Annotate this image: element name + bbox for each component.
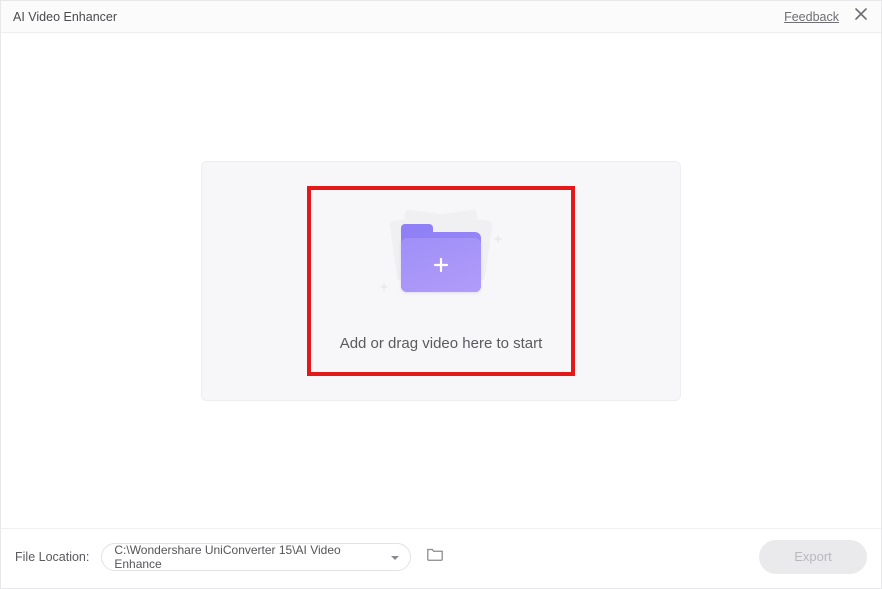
titlebar: AI Video Enhancer Feedback [1,1,881,33]
file-location-label: File Location: [15,550,89,564]
sparkle-icon [379,279,389,289]
close-icon [854,7,868,26]
folder-icon [426,546,444,567]
file-location-path: C:\Wondershare UniConverter 15\AI Video … [114,543,382,571]
main-area: Add or drag video here to start [1,33,881,528]
export-label: Export [794,549,832,564]
plus-icon [401,238,481,292]
export-button[interactable]: Export [759,540,867,574]
dropzone-panel: Add or drag video here to start [201,161,681,401]
window-title: AI Video Enhancer [13,10,117,24]
feedback-link[interactable]: Feedback [784,10,839,24]
app-window: AI Video Enhancer Feedback [0,0,882,589]
open-folder-button[interactable] [425,547,445,567]
chevron-down-icon [390,552,400,562]
file-location-select[interactable]: C:\Wondershare UniConverter 15\AI Video … [101,543,411,571]
folder-plus-icon [401,232,481,292]
dropzone[interactable]: Add or drag video here to start [307,186,575,376]
add-folder-illustration [381,209,501,301]
sparkle-icon [493,231,503,241]
bottombar: File Location: C:\Wondershare UniConvert… [1,528,881,588]
close-button[interactable] [853,9,869,25]
dropzone-prompt: Add or drag video here to start [340,335,543,352]
